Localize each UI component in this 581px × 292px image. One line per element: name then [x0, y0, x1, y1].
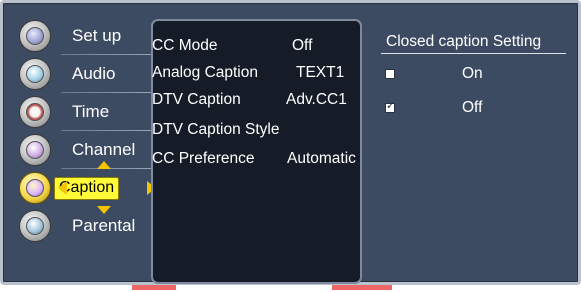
- option-value: Off: [292, 37, 313, 54]
- menu-item-label: Set up: [72, 26, 122, 45]
- choice-on[interactable]: On: [381, 60, 566, 94]
- checkbox-icon[interactable]: [385, 69, 395, 79]
- caption-icon: [19, 172, 51, 204]
- menu-item-parental[interactable]: Parental: [17, 207, 153, 245]
- option-cc-mode[interactable]: CC Mode Off: [152, 37, 364, 59]
- option-label: DTV Caption Style: [152, 121, 280, 138]
- nav-left-arrow-icon[interactable]: [58, 181, 67, 195]
- choice-label: Off: [462, 99, 483, 116]
- footer-mark-right: [332, 285, 392, 290]
- nav-up-arrow-icon[interactable]: [97, 161, 111, 169]
- option-label: CC Preference: [152, 150, 255, 167]
- channel-icon: [19, 134, 51, 166]
- checkbox-checked-icon[interactable]: [385, 99, 395, 113]
- menu-item-setup[interactable]: Set up: [17, 17, 153, 55]
- osd-menu-window: Set up Audio Time Channel Caption Parent…: [0, 0, 581, 285]
- option-value: Automatic: [287, 150, 356, 167]
- menu-item-label: Parental: [72, 216, 136, 235]
- option-cc-preference[interactable]: CC Preference Automatic: [152, 150, 364, 172]
- closed-caption-setting-panel: Closed caption Setting On Off: [381, 27, 566, 128]
- menu-item-audio[interactable]: Audio: [17, 55, 153, 93]
- menu-item-caption[interactable]: Caption: [17, 161, 156, 214]
- audio-icon: [19, 58, 51, 90]
- menu-item-label: Time: [72, 102, 110, 121]
- option-label: DTV Caption: [152, 91, 241, 108]
- submenu-title: Closed caption Setting: [381, 27, 566, 54]
- choice-label: On: [462, 65, 483, 82]
- setup-icon: [19, 20, 51, 52]
- menu-item-time[interactable]: Time: [17, 93, 153, 131]
- clock-icon: [19, 96, 51, 128]
- footer-strip: [0, 285, 581, 292]
- option-dtv-caption[interactable]: DTV Caption Adv.CC1: [152, 91, 364, 113]
- menu-item-label: Channel: [72, 140, 136, 159]
- option-label: Analog Caption: [152, 64, 258, 81]
- menu-item-channel[interactable]: Channel: [17, 131, 153, 169]
- parental-lock-icon: [19, 210, 51, 242]
- caption-options-panel: CC Mode Off Analog Caption TEXT1 DTV Cap…: [151, 19, 362, 284]
- option-label: CC Mode: [152, 37, 218, 54]
- choice-off[interactable]: Off: [381, 94, 566, 128]
- option-value: TEXT1: [296, 64, 345, 81]
- main-menu: Set up Audio Time Channel Caption Parent…: [17, 17, 156, 245]
- option-analog-caption[interactable]: Analog Caption TEXT1: [152, 64, 364, 86]
- footer-mark-left: [132, 285, 176, 290]
- option-dtv-caption-style[interactable]: DTV Caption Style: [152, 121, 364, 143]
- option-value: Adv.CC1: [286, 91, 347, 108]
- menu-item-label: Audio: [72, 64, 116, 83]
